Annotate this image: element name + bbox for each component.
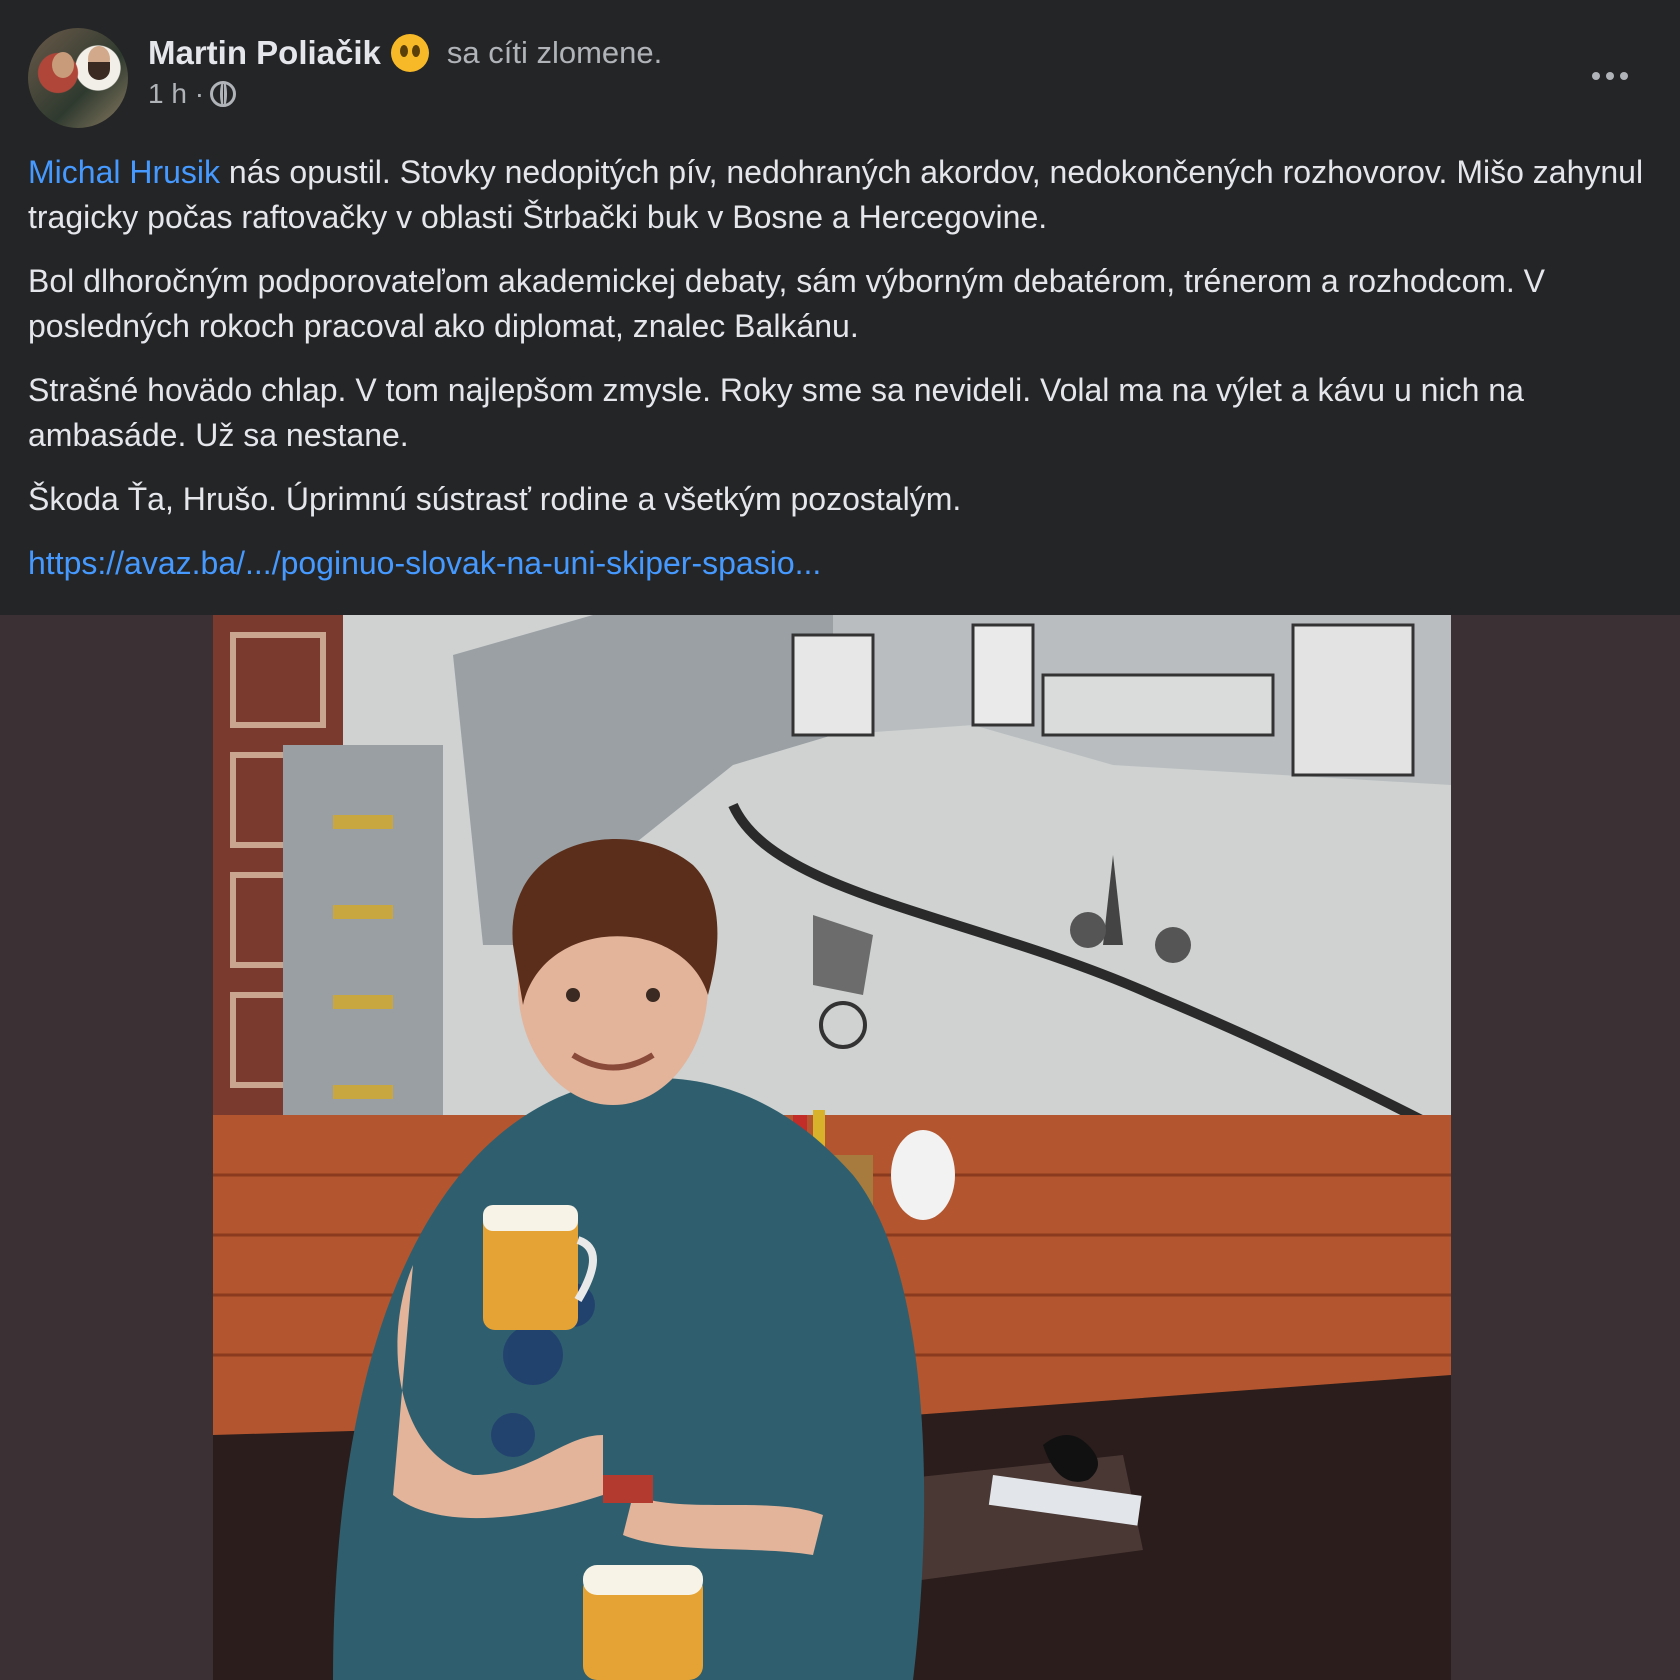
post-photo[interactable] — [213, 615, 1451, 1680]
post-text: Michal Hrusik nás opustil. Stovky nedopi… — [28, 150, 1648, 605]
name-row: Martin Poliačik sa cíti zlomene. — [148, 34, 662, 72]
globe-icon — [210, 81, 237, 107]
post-meta: 1 h · — [148, 78, 237, 110]
paragraph: https://avaz.ba/.../poginuo-slovak-na-un… — [28, 541, 1648, 586]
more-options-button[interactable] — [1578, 56, 1642, 96]
facebook-post: Martin Poliačik sa cíti zlomene. 1 h · M… — [0, 0, 1680, 1680]
author-name[interactable]: Martin Poliačik — [148, 34, 381, 72]
timestamp[interactable]: 1 h · — [148, 78, 204, 110]
paragraph: Bol dlhoročným podporovateľom akademicke… — [28, 263, 1546, 344]
more-horizontal-icon — [1606, 72, 1614, 80]
paragraph: Strašné hovädo chlap. V tom najlepšom zm… — [28, 372, 1524, 453]
paragraph: Michal Hrusik nás opustil. Stovky nedopi… — [28, 150, 1648, 240]
feeling-text: sa cíti zlomene. — [446, 35, 663, 70]
avatar-beard — [88, 62, 110, 80]
photo-illustration — [213, 615, 1451, 1680]
paragraph: Škoda Ťa, Hrušo. Úprimnú sústrasť rodine… — [28, 481, 962, 517]
avatar-face — [52, 52, 74, 78]
author-avatar[interactable] — [28, 28, 128, 128]
paragraph-text: nás opustil. Stovky nedopitých pív, nedo… — [28, 154, 1644, 235]
post-header: Martin Poliačik sa cíti zlomene. 1 h · — [28, 28, 1652, 128]
more-horizontal-icon — [1620, 72, 1628, 80]
more-horizontal-icon — [1592, 72, 1600, 80]
sad-face-icon — [390, 34, 429, 72]
mention-link[interactable]: Michal Hrusik — [28, 154, 220, 190]
photo-container — [0, 615, 1680, 1680]
external-link[interactable]: https://avaz.ba/.../poginuo-slovak-na-un… — [28, 545, 821, 581]
